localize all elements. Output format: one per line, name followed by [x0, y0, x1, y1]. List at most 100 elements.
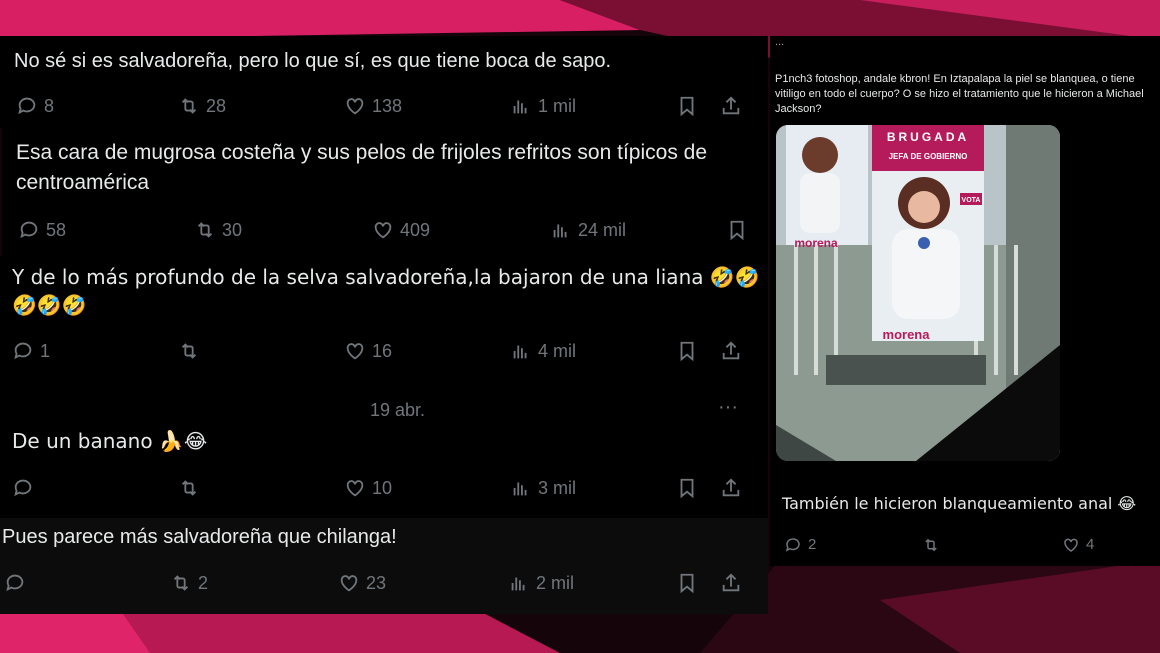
retweet-button[interactable]: [178, 473, 206, 503]
retweet-button[interactable]: 2: [170, 568, 208, 598]
reply-icon: [785, 538, 800, 552]
tweet-text: 🤣🤣🤣: [12, 293, 87, 317]
reply-icon: [14, 479, 32, 497]
retweet-count: 28: [206, 96, 227, 116]
retweet-button[interactable]: [922, 530, 940, 560]
reply-icon: [6, 574, 24, 592]
tweet-actions: 2 23 2 mil: [0, 568, 768, 598]
like-button[interactable]: 138: [344, 91, 402, 121]
bookmark-button[interactable]: [676, 568, 698, 598]
views-button[interactable]: 4 mil: [510, 336, 576, 366]
tweet-card[interactable]: Y de lo más profundo de la selva salvado…: [0, 256, 768, 386]
tweet-actions: 1 16 4 mil: [0, 336, 768, 366]
tweet-actions: 58 30 409 24 mil: [2, 215, 768, 245]
bookmark-icon: [680, 96, 694, 117]
reply-count: 8: [44, 96, 55, 116]
reply-button[interactable]: [12, 473, 40, 503]
like-count: 409: [400, 220, 431, 240]
analytics-icon: [513, 345, 527, 359]
reply-button[interactable]: [4, 568, 32, 598]
bookmark-button[interactable]: [676, 473, 698, 503]
reply-count: 58: [46, 220, 67, 240]
views-button[interactable]: 2 mil: [508, 568, 574, 598]
share-button[interactable]: [720, 473, 742, 503]
views-count: 4 mil: [538, 341, 577, 361]
heart-icon: [346, 480, 364, 497]
tweet-card[interactable]: No sé si es salvadoreña, pero lo que sí,…: [0, 36, 768, 128]
retweet-icon: [925, 538, 937, 552]
reply-button[interactable]: 1: [12, 336, 50, 366]
views-count: 24 mil: [578, 220, 627, 240]
side-tweet-caption: También le hicieron blanqueamiento anal …: [782, 494, 1137, 513]
more-options-button[interactable]: ···: [718, 396, 738, 419]
reply-count: 2: [808, 536, 817, 553]
tweet-text: Esa cara de mugrosa costeña y sus pelos …: [16, 141, 708, 164]
retweet-count: 2: [198, 573, 209, 593]
bookmark-icon: [730, 220, 744, 241]
poster-party-label-left: morena: [794, 236, 838, 250]
heart-icon: [346, 343, 364, 360]
share-button[interactable]: [720, 336, 742, 366]
retweet-count: 30: [222, 220, 243, 240]
like-count: 138: [372, 96, 403, 116]
tweet-card[interactable]: 19 abr. ··· De un banano 🍌😂 10 3 mil: [0, 386, 768, 518]
tweet-text: Pues parece más salvadoreña que chilanga…: [2, 526, 397, 548]
tweet-actions: 8 28 138 1 mil: [0, 91, 768, 121]
reply-button[interactable]: 8: [16, 91, 54, 121]
tweet-text: De un banano 🍌😂: [12, 429, 208, 453]
tweet-card[interactable]: Esa cara de mugrosa costeña y sus pelos …: [2, 128, 768, 256]
share-icon: [722, 96, 740, 115]
side-tweet-text: P1nch3 fotoshop, andale kbron! En Iztapa…: [775, 73, 1144, 115]
poster-party-label: morena: [883, 327, 931, 342]
bookmark-button[interactable]: [676, 91, 698, 121]
analytics-icon: [553, 224, 567, 238]
retweet-icon: [181, 343, 197, 359]
views-count: 2 mil: [536, 573, 575, 593]
poster-banner-top: BRUGADA: [887, 130, 969, 144]
bookmark-button[interactable]: [726, 215, 748, 245]
retweet-button[interactable]: [178, 336, 206, 366]
views-count: 1 mil: [538, 96, 577, 116]
reply-button[interactable]: 58: [18, 215, 66, 245]
like-button[interactable]: 16: [344, 336, 392, 366]
side-tweet-card[interactable]: ... P1nch3 fotoshop, andale kbron! En Iz…: [770, 36, 1160, 566]
like-count: 4: [1086, 536, 1095, 553]
reply-icon: [20, 221, 38, 239]
like-count: 10: [372, 478, 393, 498]
share-button[interactable]: [720, 568, 742, 598]
like-count: 16: [372, 341, 393, 361]
side-tweet-user[interactable]: ...: [775, 36, 784, 48]
like-button[interactable]: 4: [1062, 530, 1094, 560]
views-button[interactable]: 24 mil: [550, 215, 626, 245]
heart-icon: [340, 575, 358, 592]
side-tweet-photo[interactable]: BRUGADA JEFA DE GOBIERNO VOTA morena mor…: [776, 125, 1060, 461]
tweet-date: 19 abr.: [370, 400, 426, 420]
reply-icon: [18, 97, 36, 115]
retweet-button[interactable]: 28: [178, 91, 226, 121]
views-button[interactable]: 1 mil: [510, 91, 576, 121]
like-button[interactable]: 10: [344, 473, 392, 503]
tweet-text: No sé si es salvadoreña, pero lo que sí,…: [14, 50, 612, 72]
like-count: 23: [366, 573, 387, 593]
views-count: 3 mil: [538, 478, 577, 498]
like-button[interactable]: 23: [338, 568, 386, 598]
like-button[interactable]: 409: [372, 215, 430, 245]
share-icon: [722, 478, 740, 497]
views-button[interactable]: 3 mil: [510, 473, 576, 503]
bookmark-button[interactable]: [676, 336, 698, 366]
tweet-text: Y de lo más profundo de la selva salvado…: [12, 265, 760, 289]
reply-button[interactable]: 2: [784, 530, 816, 560]
retweet-icon: [197, 222, 213, 238]
tweet-actions: 10 3 mil: [0, 473, 768, 503]
tweet-card[interactable]: Pues parece más salvadoreña que chilanga…: [0, 518, 768, 614]
reply-icon: [14, 342, 32, 360]
retweet-button[interactable]: 30: [194, 215, 242, 245]
analytics-icon: [513, 482, 527, 496]
share-icon: [722, 573, 740, 592]
share-button[interactable]: [720, 91, 742, 121]
side-tweet-actions: 2 4: [770, 530, 1160, 560]
analytics-icon: [511, 577, 525, 591]
campaign-poster-image: BRUGADA JEFA DE GOBIERNO VOTA morena mor…: [776, 125, 1060, 461]
retweet-icon: [181, 98, 197, 114]
analytics-icon: [513, 100, 527, 114]
